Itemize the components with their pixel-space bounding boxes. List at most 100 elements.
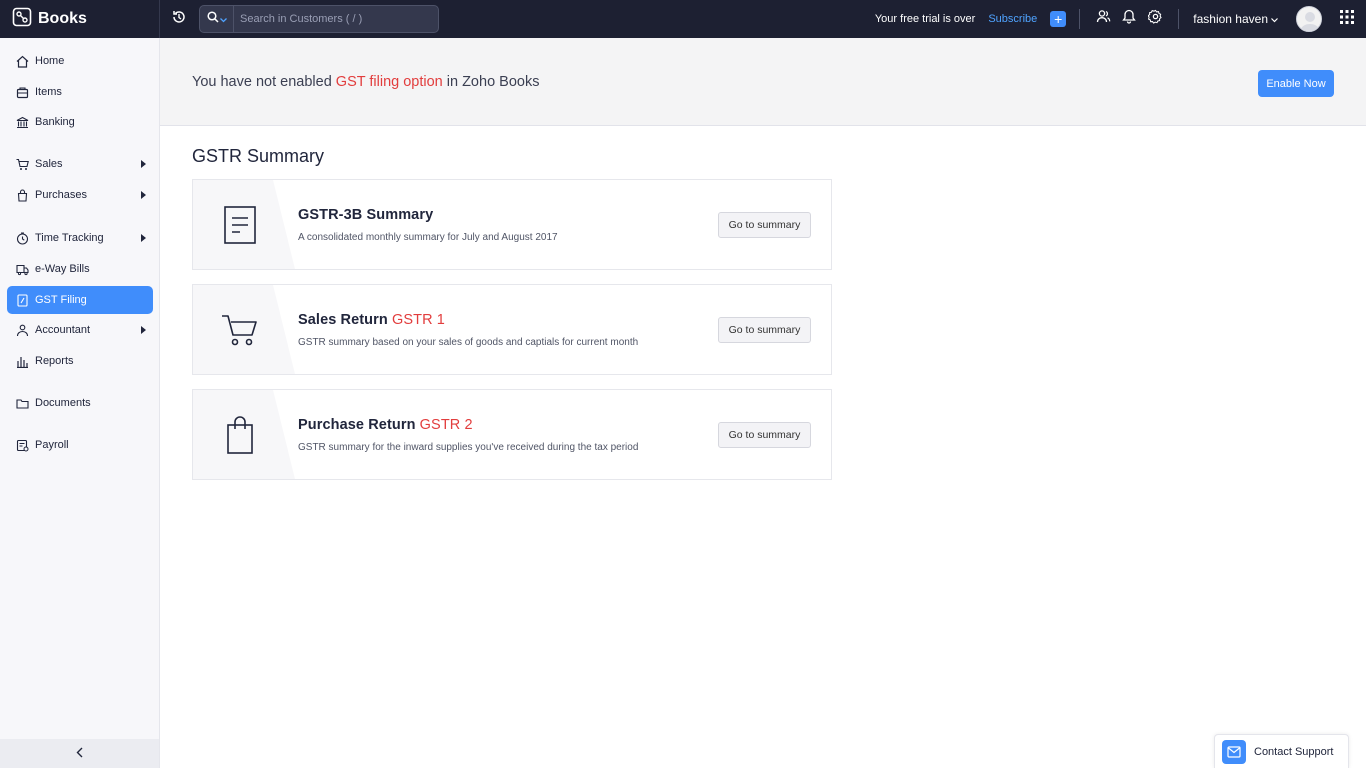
sidebar-item-purchases[interactable]: Purchases <box>7 181 153 209</box>
books-logo-icon <box>12 7 32 32</box>
page-title: GSTR Summary <box>192 146 325 166</box>
plus-icon: + <box>1054 11 1063 27</box>
referral-button[interactable] <box>1090 6 1116 32</box>
folder-icon <box>15 396 29 410</box>
search-icon <box>206 10 219 28</box>
cart-icon <box>15 157 29 171</box>
chevron-down-icon <box>1271 12 1278 26</box>
caret-right-icon <box>141 234 146 242</box>
card-title-text: GSTR-3B Summary <box>298 207 434 223</box>
card-description: GSTR summary based on your sales of good… <box>298 337 639 348</box>
sidebar-item-label: Banking <box>35 116 75 128</box>
grid-icon <box>1340 9 1354 29</box>
chevron-left-icon <box>76 745 84 763</box>
banner-text-after: in Zoho Books <box>442 74 540 90</box>
notifications-button[interactable] <box>1116 6 1142 32</box>
sidebar-item-label: Time Tracking <box>35 232 104 244</box>
card-title: Sales Return GSTR 1 <box>298 312 445 328</box>
card-title: GSTR-3B Summary <box>298 207 433 223</box>
reports-icon <box>15 354 29 368</box>
organization-switcher[interactable]: fashion haven <box>1178 9 1278 29</box>
bag-icon <box>15 188 29 202</box>
banner-highlight: GST filing option <box>335 74 443 90</box>
collapse-sidebar-button[interactable] <box>0 739 159 768</box>
card-description: A consolidated monthly summary for July … <box>298 232 558 243</box>
home-icon <box>15 54 29 68</box>
sidebar: Home Items Banking Sales Purchases Time … <box>0 38 160 768</box>
quick-create-button[interactable]: + <box>1050 11 1067 27</box>
sidebar-item-sales[interactable]: Sales <box>7 150 153 178</box>
card-title-text: Purchase Return <box>298 417 420 433</box>
go-to-summary-button[interactable]: Go to summary <box>718 212 811 238</box>
shopping-cart-icon <box>215 305 265 355</box>
accountant-icon <box>15 323 29 337</box>
truck-icon <box>15 262 29 276</box>
subscribe-link[interactable]: Subscribe <box>988 13 1037 25</box>
card-title-tag: GSTR 2 <box>419 417 473 433</box>
sidebar-item-label: Purchases <box>35 189 87 201</box>
clock-icon <box>15 231 29 245</box>
users-icon <box>1096 9 1111 29</box>
search-scope-dropdown[interactable] <box>200 6 234 32</box>
org-name: fashion haven <box>1193 12 1268 26</box>
bank-icon <box>15 115 29 129</box>
sidebar-item-home[interactable]: Home <box>7 47 153 75</box>
banner-message: You have not enabled GST filing option i… <box>192 74 539 90</box>
caret-right-icon <box>141 191 146 199</box>
top-bar: Books Your free trial is over Subscribe … <box>0 0 1366 38</box>
gst-not-enabled-banner: You have not enabled GST filing option i… <box>160 38 1366 126</box>
card-title-text: Sales Return <box>298 312 392 328</box>
gst-icon <box>15 293 29 307</box>
history-icon <box>171 9 187 30</box>
sidebar-item-label: Items <box>35 86 62 98</box>
search-input[interactable] <box>234 13 438 25</box>
caret-right-icon <box>141 160 146 168</box>
recent-history-button[interactable] <box>160 0 198 38</box>
go-to-summary-button[interactable]: Go to summary <box>718 422 811 448</box>
sidebar-item-eway-bills[interactable]: e-Way Bills <box>7 255 153 283</box>
sidebar-item-items[interactable]: Items <box>7 78 153 106</box>
sidebar-item-label: Payroll <box>35 439 69 451</box>
top-right-controls: Your free trial is over Subscribe + fash… <box>875 0 1366 38</box>
sidebar-item-time-tracking[interactable]: Time Tracking <box>7 224 153 252</box>
sidebar-item-label: GST Filing <box>35 294 87 306</box>
sidebar-item-accountant[interactable]: Accountant <box>7 316 153 344</box>
trial-status-text: Your free trial is over <box>874 13 976 25</box>
sidebar-item-label: Sales <box>35 158 63 170</box>
app-launcher-button[interactable] <box>1328 0 1366 38</box>
app-name: Books <box>38 10 87 27</box>
banner-text-before: You have not enabled <box>192 74 336 90</box>
mail-icon <box>1222 739 1246 764</box>
card-title-tag: GSTR 1 <box>391 312 445 328</box>
settings-button[interactable] <box>1142 6 1168 32</box>
card-description: GSTR summary for the inward supplies you… <box>298 442 639 453</box>
document-icon <box>215 200 265 250</box>
sidebar-item-gst-filing[interactable]: GST Filing <box>7 286 153 314</box>
gstr-3b-summary-card: GSTR-3B Summary A consolidated monthly s… <box>192 179 832 270</box>
chevron-down-icon <box>219 10 227 28</box>
go-to-summary-button[interactable]: Go to summary <box>718 317 811 343</box>
gear-icon <box>1147 9 1163 29</box>
contact-support-label: Contact Support <box>1254 745 1334 758</box>
sidebar-item-label: Accountant <box>35 324 91 336</box>
shopping-bag-icon <box>215 410 265 460</box>
caret-right-icon <box>141 326 146 334</box>
sidebar-item-label: e-Way Bills <box>35 263 90 275</box>
app-brand[interactable]: Books <box>0 0 160 38</box>
sidebar-item-reports[interactable]: Reports <box>7 347 153 375</box>
purchase-return-gstr2-card: Purchase Return GSTR 2 GSTR summary for … <box>192 389 832 480</box>
divider <box>1079 9 1081 29</box>
sidebar-item-payroll[interactable]: Payroll <box>7 431 153 459</box>
avatar[interactable] <box>1296 6 1322 32</box>
contact-support-button[interactable]: Contact Support <box>1214 734 1349 768</box>
items-icon <box>15 85 29 99</box>
search-box <box>199 5 439 33</box>
sidebar-item-banking[interactable]: Banking <box>7 108 153 136</box>
sales-return-gstr1-card: Sales Return GSTR 1 GSTR summary based o… <box>192 284 832 375</box>
sidebar-item-documents[interactable]: Documents <box>7 389 153 417</box>
bell-icon <box>1122 9 1137 29</box>
card-title: Purchase Return GSTR 2 <box>298 417 473 433</box>
payroll-icon <box>15 438 29 452</box>
sidebar-item-label: Reports <box>35 355 74 367</box>
enable-now-button[interactable]: Enable Now <box>1258 70 1334 97</box>
